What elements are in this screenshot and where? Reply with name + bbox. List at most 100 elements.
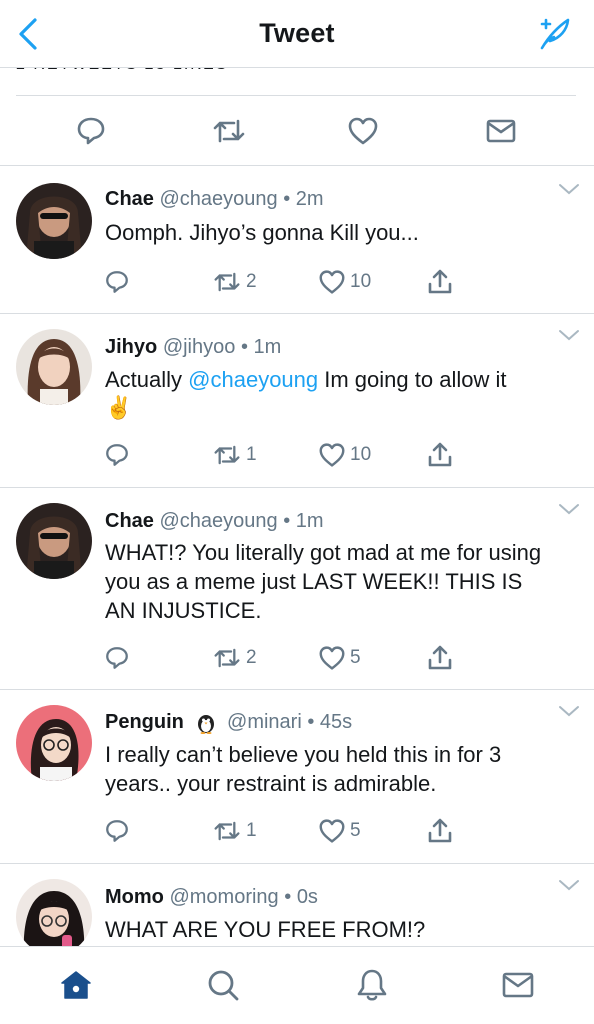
message-button[interactable]	[482, 112, 520, 150]
like-button[interactable]	[344, 112, 382, 150]
like-count: 10	[350, 444, 372, 465]
compose-button[interactable]	[532, 12, 576, 56]
search-icon	[208, 970, 239, 1001]
username: @minari	[227, 711, 302, 733]
display-name[interactable]: Chae	[105, 188, 154, 210]
tweet-actions: 1 5	[104, 816, 464, 846]
timestamp: 1m	[253, 336, 282, 358]
username: @jihyoo	[162, 336, 236, 358]
compose-feather-icon	[540, 18, 570, 50]
tab-messages[interactable]	[498, 965, 538, 1005]
display-name[interactable]: Jihyo	[105, 336, 157, 358]
like-icon	[319, 646, 345, 670]
reply-button[interactable]	[104, 643, 130, 673]
avatar[interactable]	[16, 879, 92, 955]
reply-tweet[interactable]: Chae @chaeyoung • 1m WHAT!? You literall…	[0, 488, 594, 690]
retweet-button[interactable]: 2	[212, 267, 257, 297]
avatar[interactable]	[16, 329, 92, 405]
home-icon	[61, 971, 91, 999]
reply-tweet[interactable]: Chae @chaeyoung • 2m Oomph. Jihyo’s gonn…	[0, 166, 594, 314]
retweet-button[interactable]: 2	[212, 643, 257, 673]
tweet-actions: 1 10	[104, 440, 464, 470]
chevron-down-icon[interactable]	[558, 878, 580, 892]
like-icon	[319, 819, 345, 843]
username: @momoring	[169, 886, 279, 908]
like-button[interactable]: 5	[318, 643, 361, 673]
share-icon	[428, 645, 452, 670]
share-button[interactable]	[426, 267, 454, 297]
reply-tweet[interactable]: Jihyo @jihyoo • 1m Actually @chaeyoung I…	[0, 314, 594, 488]
like-icon	[319, 443, 345, 467]
timestamp: 45s	[319, 711, 353, 733]
mention-link[interactable]: @chaeyoung	[188, 367, 318, 392]
tweet-actions: 2 5	[104, 643, 464, 673]
tweet-text: Oomph. Jihyo’s gonna Kill you...	[105, 220, 419, 245]
like-button[interactable]: 10	[318, 267, 371, 297]
retweet-count: 2	[246, 647, 257, 668]
reply-button[interactable]	[104, 816, 130, 846]
username: @chaeyoung	[159, 510, 278, 532]
retweet-icon	[213, 119, 245, 143]
retweet-icon	[214, 821, 240, 841]
page-title: Tweet	[259, 18, 335, 48]
tweet-text: WHAT!? You literally got mad at me for u…	[105, 540, 542, 623]
reply-icon	[106, 820, 128, 842]
tab-notifications[interactable]	[352, 965, 392, 1005]
like-icon	[348, 117, 378, 145]
tweet-text: I really can’t believe you held this in …	[105, 742, 502, 796]
display-name[interactable]: Chae	[105, 510, 154, 532]
nav-bar: Tweet	[0, 0, 594, 68]
display-name[interactable]: Momo	[105, 886, 164, 908]
tweet-text: WHAT ARE YOU FREE FROM!?	[105, 917, 426, 942]
tab-bar	[0, 946, 594, 1024]
username: @chaeyoung	[159, 188, 278, 210]
reply-button[interactable]	[104, 440, 130, 470]
reply-icon	[106, 271, 128, 293]
victory-hand-emoji: ✌	[105, 395, 133, 420]
chevron-down-icon[interactable]	[558, 502, 580, 516]
retweet-button[interactable]	[210, 112, 248, 150]
retweet-button[interactable]: 1	[212, 440, 257, 470]
message-icon	[486, 119, 516, 143]
like-icon	[319, 270, 345, 294]
retweet-icon	[214, 445, 240, 465]
tweet-text-part: Actually	[105, 367, 189, 392]
reply-icon	[106, 444, 128, 466]
chevron-down-icon[interactable]	[558, 182, 580, 196]
tweet-text-part: Im going to allow it	[318, 367, 507, 392]
share-icon	[428, 818, 452, 843]
separator-dot: •	[283, 188, 291, 210]
share-button[interactable]	[426, 440, 454, 470]
separator-dot: •	[284, 886, 292, 908]
avatar[interactable]	[16, 183, 92, 259]
share-button[interactable]	[426, 816, 454, 846]
penguin-icon	[198, 714, 215, 734]
reply-button[interactable]	[104, 267, 130, 297]
notifications-icon	[357, 969, 387, 1001]
like-count: 5	[350, 647, 361, 668]
chevron-down-icon[interactable]	[558, 328, 580, 342]
avatar[interactable]	[16, 705, 92, 781]
reply-tweet[interactable]: Momo @momoring • 0s WHAT ARE YOU FREE FR…	[0, 864, 594, 955]
share-icon	[428, 442, 452, 467]
like-button[interactable]: 10	[318, 440, 371, 470]
like-button[interactable]: 5	[318, 816, 361, 846]
messages-icon	[502, 972, 534, 998]
tab-search[interactable]	[203, 965, 243, 1005]
like-count: 10	[350, 271, 372, 292]
reply-tweet[interactable]: Penguin @minari • 45s I really can’t bel…	[0, 690, 594, 864]
display-name[interactable]: Penguin	[105, 711, 184, 733]
separator-dot: •	[240, 336, 248, 358]
reply-button[interactable]	[72, 112, 110, 150]
share-icon	[428, 269, 452, 294]
retweet-count: 2	[246, 271, 257, 292]
separator-dot: •	[283, 510, 291, 532]
retweet-button[interactable]: 1	[212, 816, 257, 846]
main-tweet-actions	[0, 96, 594, 166]
share-button[interactable]	[426, 643, 454, 673]
like-count: 5	[350, 820, 361, 841]
tab-home[interactable]	[56, 965, 96, 1005]
timestamp: 0s	[296, 886, 318, 908]
chevron-down-icon[interactable]	[558, 704, 580, 718]
avatar[interactable]	[16, 503, 92, 579]
